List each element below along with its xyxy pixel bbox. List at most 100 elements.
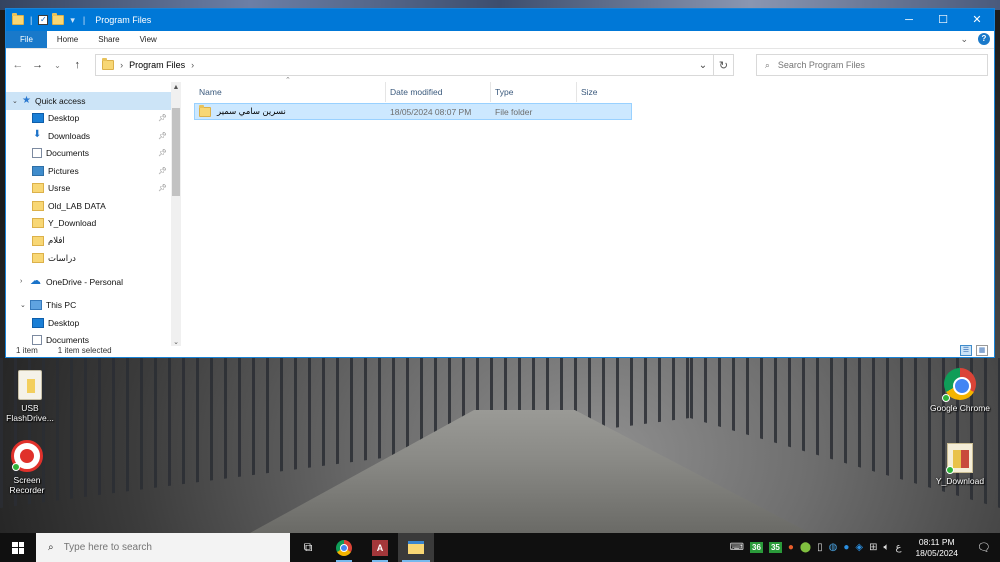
maximize-button[interactable]: ☐ <box>926 9 960 31</box>
folder-icon <box>32 183 44 194</box>
tab-file[interactable]: File <box>6 31 47 48</box>
taskbar-search-input[interactable] <box>63 542 264 553</box>
desktop-icon-screen-recorder[interactable]: Screen Recorder <box>0 440 57 495</box>
sidebar-item-old-lab-data[interactable]: Old_LAB DATA <box>6 197 181 215</box>
desktop-icon-y-download[interactable]: Y_Download <box>930 443 990 486</box>
tray-app-icon[interactable]: ● <box>843 542 849 553</box>
usb-icon[interactable]: ▯ <box>817 542 823 553</box>
globe-icon[interactable]: ◍ <box>829 542 838 553</box>
input-language[interactable]: ع <box>895 542 901 553</box>
close-button[interactable]: ✕ <box>960 9 994 31</box>
folder-icon <box>32 253 44 264</box>
expand-ribbon-icon[interactable]: ⌄ <box>960 34 968 45</box>
up-arrow-icon[interactable]: ↑ <box>71 59 83 71</box>
chrome-icon <box>336 539 352 556</box>
address-dropdown-icon[interactable]: ⌄ <box>699 60 707 71</box>
folder-icon <box>199 104 211 117</box>
folder-icon <box>12 13 24 25</box>
clock[interactable]: 08:11 PM 18/05/2024 <box>915 537 958 559</box>
taskbar: ⌕ ⧉ A ⌨ 36 35 ● ⬤ ▯ ◍ ● ◈ ⊞ 🔈︎ ع 08:11 P… <box>0 533 1000 562</box>
sidebar-item-aflam[interactable]: افلام <box>6 232 181 250</box>
notification-icon[interactable]: 🗨︎ <box>972 541 996 554</box>
sidebar-item-downloads[interactable]: Downloads 📌︎ <box>6 127 181 145</box>
file-date: 18/05/2024 08:07 PM <box>390 106 472 117</box>
large-icons-view-icon[interactable]: ▦ <box>976 345 988 356</box>
forward-arrow-icon[interactable]: → <box>32 59 44 71</box>
nav-scrollbar[interactable]: ▲ ⌄ <box>171 82 181 346</box>
sidebar-item-y-download[interactable]: Y_Download <box>6 215 181 233</box>
bluetooth-icon[interactable]: ◈ <box>855 542 863 553</box>
tray-app-icon[interactable]: ● <box>788 542 794 553</box>
column-header-date[interactable]: Date modified <box>386 82 491 102</box>
desktop-icon-chrome[interactable]: Google Chrome <box>930 368 990 413</box>
search-input[interactable] <box>777 60 968 70</box>
recent-locations-icon[interactable]: ⌄ <box>52 61 64 70</box>
volume-icon[interactable]: 🔈︎ <box>883 542 889 553</box>
taskbar-access[interactable]: A <box>362 533 398 562</box>
keyboard-icon[interactable]: ⌨ <box>730 542 744 553</box>
tab-share[interactable]: Share <box>88 31 129 48</box>
scrollbar-thumb[interactable] <box>172 108 180 196</box>
tray-app-badge[interactable]: 35 <box>768 542 782 553</box>
column-header-name[interactable]: Name <box>195 82 386 102</box>
refresh-icon[interactable]: ↻ <box>714 54 734 76</box>
sync-badge-icon <box>942 394 950 402</box>
shortcut-folder-icon <box>946 443 973 474</box>
desktop-icon-usb[interactable]: USB FlashDrive... <box>0 370 60 423</box>
task-view-button[interactable]: ⧉ <box>290 533 326 562</box>
selection-count: 1 item selected <box>57 345 112 355</box>
sidebar-item-documents[interactable]: Documents 📌︎ <box>6 145 181 163</box>
sidebar-item-desktop[interactable]: Desktop 📌︎ <box>6 110 181 128</box>
tab-home[interactable]: Home <box>47 31 88 48</box>
sidebar-item-pictures[interactable]: Pictures 📌︎ <box>6 162 181 180</box>
chevron-right-icon[interactable]: › <box>191 60 194 70</box>
tray-app-icon[interactable]: ⬤ <box>800 542 811 553</box>
column-header-type[interactable]: Type <box>491 82 577 102</box>
taskbar-chrome[interactable] <box>326 533 362 562</box>
file-row[interactable]: نسرين سامي سمير 18/05/2024 08:07 PM File… <box>194 103 632 120</box>
chevron-right-icon[interactable]: › <box>20 278 30 285</box>
item-count: 1 item <box>16 345 38 355</box>
customize-qat-icon[interactable]: ▾ <box>70 15 75 26</box>
scroll-up-icon[interactable]: ▲ <box>171 84 181 91</box>
column-header-size[interactable]: Size <box>577 82 631 102</box>
taskbar-file-explorer[interactable] <box>398 533 434 562</box>
pin-icon: 📌︎ <box>158 167 167 175</box>
pin-icon: 📌︎ <box>158 115 167 123</box>
sidebar-item-this-pc[interactable]: ⌄ This PC <box>6 297 181 315</box>
tray-app-badge[interactable]: 36 <box>750 542 763 553</box>
windows-logo-icon <box>12 541 24 554</box>
start-button[interactable] <box>0 533 36 562</box>
breadcrumb[interactable]: Program Files <box>129 60 185 70</box>
details-view-icon[interactable]: ☰ <box>960 345 972 356</box>
access-icon: A <box>372 539 388 556</box>
sync-badge-icon <box>12 463 20 471</box>
sidebar-item-quick-access[interactable]: ⌄ ★ Quick access <box>6 92 171 110</box>
file-type: File folder <box>495 106 533 117</box>
document-icon <box>32 148 42 159</box>
sidebar-item-derasat[interactable]: دراسات <box>6 250 181 268</box>
network-icon[interactable]: ⊞ <box>869 542 877 553</box>
chevron-down-icon[interactable]: ⌄ <box>20 301 30 309</box>
sync-badge-icon <box>946 466 954 474</box>
chevron-right-icon[interactable]: › <box>120 60 123 70</box>
sidebar-item-onedrive[interactable]: › OneDrive - Personal <box>6 273 181 291</box>
tab-view[interactable]: View <box>130 31 167 48</box>
minimize-button[interactable]: ─ <box>892 9 926 31</box>
sidebar-item-pc-desktop[interactable]: Desktop <box>6 314 181 332</box>
navigation-pane: ⌄ ★ Quick access Desktop 📌︎ Downloads 📌︎… <box>6 82 181 346</box>
pin-icon: 📌︎ <box>158 185 167 193</box>
taskbar-search[interactable]: ⌕ <box>36 533 290 562</box>
help-icon[interactable]: ? <box>978 33 990 45</box>
address-bar[interactable]: › Program Files › ⌄ <box>95 54 715 76</box>
title-bar[interactable]: | ✓ ▾ | Program Files ─ ☐ ✕ <box>6 9 994 31</box>
chevron-down-icon[interactable]: ⌄ <box>12 97 22 105</box>
sidebar-item-usrse[interactable]: Usrse 📌︎ <box>6 180 181 198</box>
column-headers: Name Date modified Type Size <box>195 82 631 102</box>
new-folder-icon[interactable] <box>52 13 65 25</box>
navigation-bar: ← → ⌄ ↑ › Program Files › ⌄ ↻ ⌕ <box>6 49 994 81</box>
properties-icon[interactable]: ✓ <box>38 15 49 25</box>
search-box[interactable]: ⌕ <box>755 54 988 76</box>
clock-date: 18/05/2024 <box>915 547 958 558</box>
back-arrow-icon[interactable]: ← <box>12 59 24 71</box>
